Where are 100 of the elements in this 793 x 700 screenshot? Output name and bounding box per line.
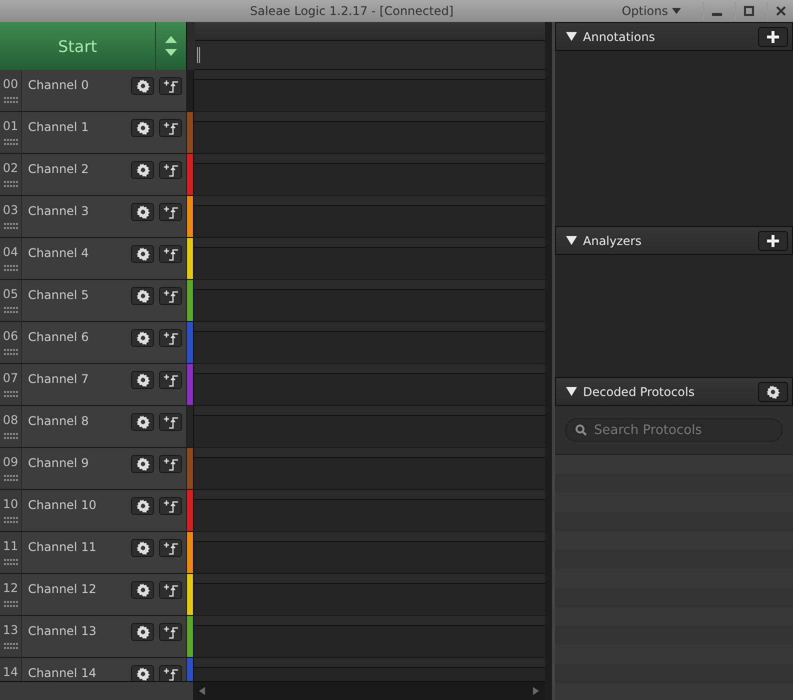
panel-title: Annotations — [583, 30, 656, 44]
channel-index: 06 — [2, 329, 18, 343]
window-title: Saleae Logic 1.2.17 - [Connected] — [250, 4, 455, 18]
drag-grip-icon[interactable] — [4, 391, 18, 397]
trigger-button[interactable] — [159, 371, 182, 389]
trigger-edge-icon — [162, 457, 178, 471]
settings-icon — [136, 205, 150, 219]
horizontal-scrollbar[interactable] — [193, 682, 545, 700]
splitter-handle[interactable] — [197, 47, 198, 63]
settings-button[interactable] — [758, 382, 788, 402]
trigger-edge-icon — [162, 289, 178, 303]
drag-grip-icon[interactable] — [4, 265, 18, 271]
trigger-edge-icon — [162, 667, 178, 681]
settings-icon — [136, 79, 150, 93]
settings-icon — [136, 625, 150, 639]
trigger-button[interactable] — [159, 581, 182, 599]
channel-settings-button[interactable] — [131, 623, 154, 641]
trigger-edge-icon — [162, 247, 178, 261]
drag-grip-icon[interactable] — [4, 349, 18, 355]
trigger-edge-icon — [162, 121, 178, 135]
panel-title: Analyzers — [583, 234, 642, 248]
channel-index: 04 — [2, 245, 18, 259]
channel-settings-button[interactable] — [131, 287, 154, 305]
trigger-edge-icon — [162, 331, 178, 345]
settings-icon — [136, 121, 150, 135]
drag-grip-icon[interactable] — [4, 139, 18, 145]
channel-index: 11 — [2, 539, 18, 553]
trigger-button[interactable] — [159, 497, 182, 515]
trigger-button[interactable] — [159, 77, 182, 95]
channel-settings-button[interactable] — [131, 119, 154, 137]
channel-index: 01 — [2, 119, 18, 133]
settings-icon — [136, 541, 150, 555]
settings-icon — [136, 583, 150, 597]
collapse-triangle-icon[interactable] — [566, 32, 577, 41]
settings-icon — [136, 331, 150, 345]
channel-settings-button[interactable] — [131, 77, 154, 95]
channel-settings-button[interactable] — [131, 665, 154, 681]
options-menu[interactable]: Options — [616, 3, 687, 19]
drag-grip-icon[interactable] — [4, 97, 18, 103]
channel-index: 02 — [2, 161, 18, 175]
panel-title: Decoded Protocols — [583, 384, 696, 398]
collapse-triangle-icon[interactable] — [566, 236, 577, 245]
trigger-button[interactable] — [159, 413, 182, 431]
trigger-edge-icon — [162, 163, 178, 177]
settings-icon — [136, 415, 150, 429]
channel-settings-button[interactable] — [131, 455, 154, 473]
plus-icon — [767, 30, 779, 42]
add-button[interactable] — [758, 230, 788, 250]
trigger-edge-icon — [162, 415, 178, 429]
channel-index: 09 — [2, 455, 18, 469]
search-field[interactable]: Search Protocols — [565, 418, 783, 442]
channel-settings-button[interactable] — [131, 329, 154, 347]
settings-icon — [136, 457, 150, 471]
drag-grip-icon[interactable] — [4, 223, 18, 229]
channel-index: 13 — [2, 623, 18, 637]
channel-index: 07 — [2, 371, 18, 385]
channel-index: 00 — [2, 77, 18, 91]
channel-settings-button[interactable] — [131, 413, 154, 431]
trigger-button[interactable] — [159, 539, 182, 557]
channel-index: 03 — [2, 203, 18, 217]
trigger-button[interactable] — [159, 203, 182, 221]
settings-icon — [136, 373, 150, 387]
channel-settings-button[interactable] — [131, 497, 154, 515]
channel-settings-button[interactable] — [131, 203, 154, 221]
channel-settings-button[interactable] — [131, 161, 154, 179]
settings-icon — [136, 247, 150, 261]
trigger-edge-icon — [162, 79, 178, 93]
minimize-icon — [712, 12, 722, 16]
trigger-button[interactable] — [159, 623, 182, 641]
drag-grip-icon[interactable] — [4, 559, 18, 565]
channel-settings-button[interactable] — [131, 371, 154, 389]
trigger-button[interactable] — [159, 245, 182, 263]
close-icon — [776, 6, 786, 16]
trigger-edge-icon — [162, 499, 178, 513]
channel-settings-button[interactable] — [131, 245, 154, 263]
channel-index: 08 — [2, 413, 18, 427]
splitter-handle[interactable] — [199, 47, 200, 63]
drag-grip-icon[interactable] — [4, 517, 18, 523]
channel-index: 14 — [2, 665, 18, 679]
trigger-button[interactable] — [159, 455, 182, 473]
drag-grip-icon[interactable] — [4, 307, 18, 313]
trigger-button[interactable] — [159, 329, 182, 347]
drag-grip-icon[interactable] — [4, 433, 18, 439]
drag-grip-icon[interactable] — [4, 475, 18, 481]
trigger-button[interactable] — [159, 161, 182, 179]
trigger-edge-icon — [162, 541, 178, 555]
collapse-triangle-icon[interactable] — [566, 387, 577, 396]
drag-grip-icon[interactable] — [4, 601, 18, 607]
channel-index: 12 — [2, 581, 18, 595]
trigger-button[interactable] — [159, 287, 182, 305]
trigger-button[interactable] — [159, 665, 182, 681]
drag-grip-icon[interactable] — [4, 643, 18, 649]
left-arrow-icon — [199, 687, 205, 695]
settings-icon — [136, 289, 150, 303]
channel-settings-button[interactable] — [131, 539, 154, 557]
add-button[interactable] — [758, 26, 788, 46]
drag-grip-icon[interactable] — [4, 181, 18, 187]
vertical-scrollbar[interactable] — [545, 22, 555, 700]
trigger-button[interactable] — [159, 119, 182, 137]
channel-settings-button[interactable] — [131, 581, 154, 599]
